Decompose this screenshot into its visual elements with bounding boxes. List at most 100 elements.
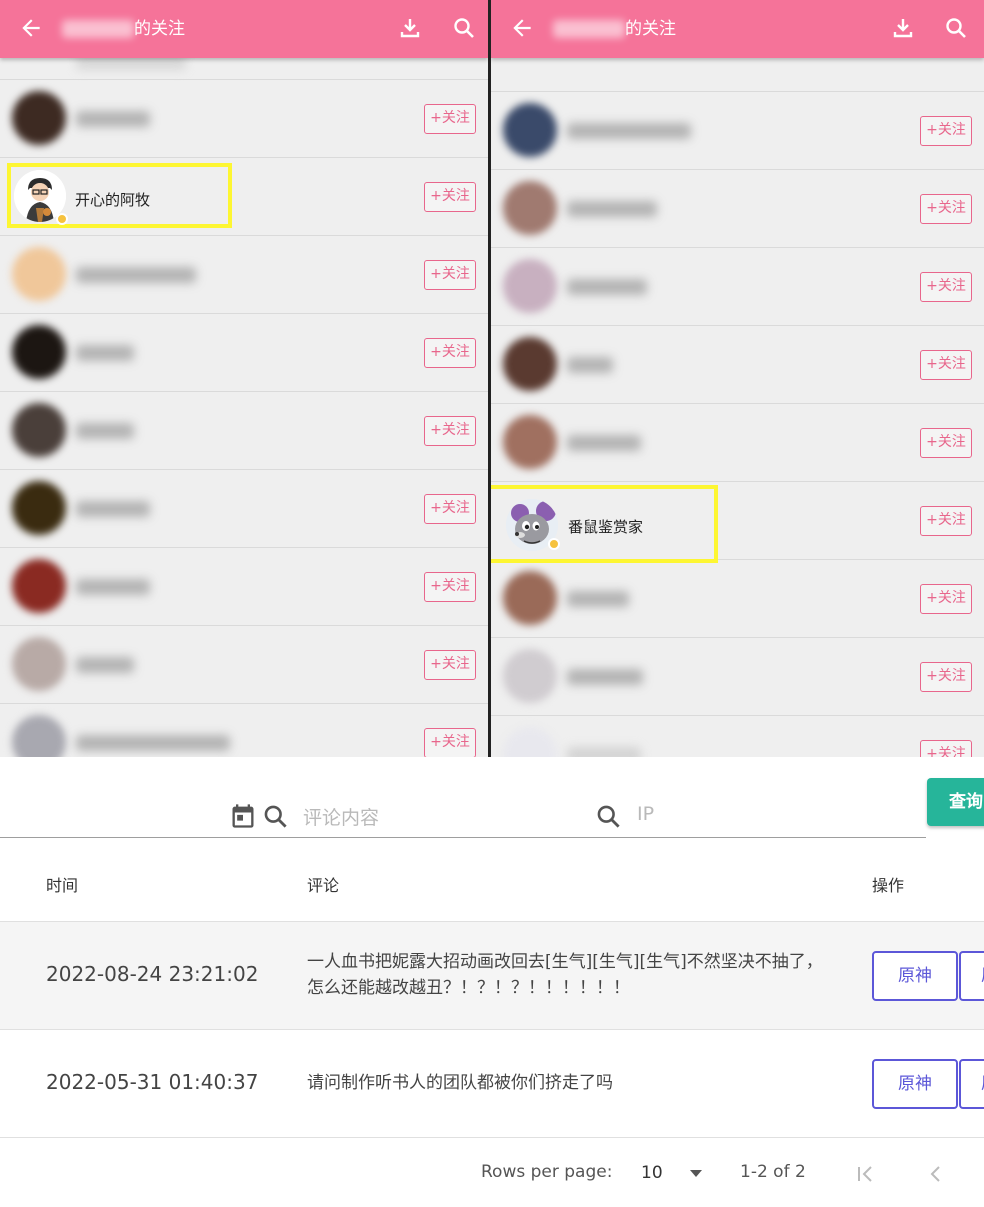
redacted-name	[76, 267, 196, 283]
table-row: 2022-05-31 01:40:37 请问制作听书人的团队都被你们挤走了吗 原…	[0, 1030, 984, 1137]
avatar	[12, 559, 66, 613]
follow-button[interactable]: +关注	[424, 260, 476, 290]
redacted-name	[567, 435, 641, 451]
list-item[interactable]: +关注	[491, 638, 984, 716]
follow-button[interactable]: +关注	[920, 662, 972, 692]
previous-page-icon[interactable]	[924, 1162, 948, 1186]
download-icon[interactable]	[891, 15, 915, 41]
rows-per-page-label: Rows per page:	[481, 1162, 613, 1182]
follow-button[interactable]: +关注	[920, 584, 972, 614]
left-following-list: 的关注 +关注 +关注 +关注 +关注 +关注 +关注 +关注 +关注 +关注 …	[0, 0, 488, 757]
search-bar	[0, 757, 984, 840]
secondary-action-button[interactable]: 原	[959, 951, 984, 1001]
right-following-list: 的关注 +关注 +关注 +关注 +关注 +关注 +关注 +关注 +关注 +关注 …	[491, 0, 984, 757]
list-item[interactable]: +关注	[491, 92, 984, 170]
back-arrow-icon[interactable]	[509, 14, 535, 42]
rows-per-page-select[interactable]: 10	[641, 1163, 663, 1183]
follow-button[interactable]: +关注	[920, 194, 972, 224]
follow-button[interactable]: +关注	[424, 416, 476, 446]
column-header-comment[interactable]: 评论	[307, 872, 339, 896]
follow-button[interactable]: +关注	[424, 728, 476, 757]
highlighted-username[interactable]: 开心的阿牧	[75, 189, 150, 210]
follow-button[interactable]: +关注	[920, 506, 972, 536]
back-arrow-icon[interactable]	[18, 14, 44, 42]
search-underline	[0, 837, 926, 838]
redacted-name	[76, 345, 134, 361]
list-item[interactable]: +关注	[0, 314, 488, 392]
avatar	[12, 637, 66, 691]
follow-button[interactable]: +关注	[920, 740, 972, 757]
highlighted-username[interactable]: 番鼠鉴赏家	[568, 516, 643, 537]
list-item[interactable]: +关注	[491, 326, 984, 404]
ip-search-input[interactable]: IP	[637, 803, 654, 825]
highlight-box: 番鼠鉴赏家	[491, 485, 718, 563]
list-item[interactable]: +关注	[491, 716, 984, 757]
avatar	[12, 715, 66, 757]
first-page-icon[interactable]	[853, 1162, 877, 1186]
follow-button[interactable]: +关注	[920, 350, 972, 380]
follow-button[interactable]: +关注	[920, 428, 972, 458]
list-item[interactable]: +关注	[0, 80, 488, 158]
title-suffix: 的关注	[134, 19, 185, 39]
list-item[interactable]: +关注	[0, 548, 488, 626]
avatar	[503, 727, 557, 757]
calendar-icon[interactable]	[229, 802, 257, 830]
list-item[interactable]: +关注	[491, 404, 984, 482]
follow-button[interactable]: +关注	[424, 650, 476, 680]
avatar	[503, 181, 557, 235]
follow-button[interactable]: +关注	[424, 494, 476, 524]
dropdown-arrow-icon[interactable]	[688, 1167, 704, 1179]
list-item[interactable]: +关注	[491, 248, 984, 326]
avatar	[12, 247, 66, 301]
source-button[interactable]: 原神	[872, 951, 958, 1001]
follow-button[interactable]: +关注	[920, 116, 972, 146]
redacted-name	[76, 501, 150, 517]
avatar	[503, 571, 557, 625]
search-icon[interactable]	[944, 15, 968, 41]
avatar	[12, 91, 66, 145]
avatar	[503, 415, 557, 469]
redacted-name	[567, 279, 647, 295]
secondary-action-button[interactable]: 原	[959, 1059, 984, 1109]
download-icon[interactable]	[398, 15, 422, 41]
left-page-title: 的关注	[62, 16, 185, 42]
comment-search-input[interactable]: 评论内容	[303, 803, 379, 830]
table-row: 2022-08-24 23:21:02 一人血书把妮露大招动画改回去[生气][生…	[0, 922, 984, 1029]
follow-button[interactable]: +关注	[424, 338, 476, 368]
page-range: 1-2 of 2	[740, 1162, 806, 1182]
follow-button[interactable]: +关注	[920, 272, 972, 302]
list-item[interactable]: +关注	[491, 560, 984, 638]
redacted-username	[553, 20, 625, 38]
avatar	[503, 259, 557, 313]
list-item[interactable]: +关注	[0, 470, 488, 548]
redacted-name	[76, 423, 134, 439]
list-item[interactable]: +关注	[0, 704, 488, 757]
redacted-name	[567, 201, 657, 217]
comment-text: 一人血书把妮露大招动画改回去[生气][生气][生气]不然坚决不抽了，怎么还能越改…	[307, 952, 823, 998]
redacted-name	[567, 591, 629, 607]
search-icon[interactable]	[452, 15, 476, 41]
follow-button[interactable]: +关注	[424, 104, 476, 134]
column-header-time[interactable]: 时间	[46, 872, 78, 896]
column-header-action: 操作	[872, 876, 905, 895]
comment-time: 2022-05-31 01:40:37	[46, 1070, 259, 1094]
comment-text: 请问制作听书人的团队都被你们挤走了吗	[307, 1073, 613, 1093]
avatar	[12, 403, 66, 457]
left-app-bar: 的关注	[0, 0, 488, 58]
list-item[interactable]: +关注	[0, 236, 488, 314]
source-button[interactable]: 原神	[872, 1059, 958, 1109]
list-item[interactable]: +关注	[491, 170, 984, 248]
query-button[interactable]: 查询	[927, 778, 984, 826]
list-item[interactable]: +关注	[0, 626, 488, 704]
search-icon	[264, 805, 287, 828]
redacted-name	[76, 111, 150, 127]
redacted-name	[567, 123, 691, 139]
avatar	[503, 337, 557, 391]
redacted-name	[76, 735, 230, 751]
list-item[interactable]: +关注	[0, 392, 488, 470]
follow-button[interactable]: +关注	[424, 182, 476, 212]
follow-button[interactable]: +关注	[424, 572, 476, 602]
search-icon	[597, 805, 620, 828]
right-page-title: 的关注	[553, 16, 676, 42]
redacted-name	[76, 579, 150, 595]
